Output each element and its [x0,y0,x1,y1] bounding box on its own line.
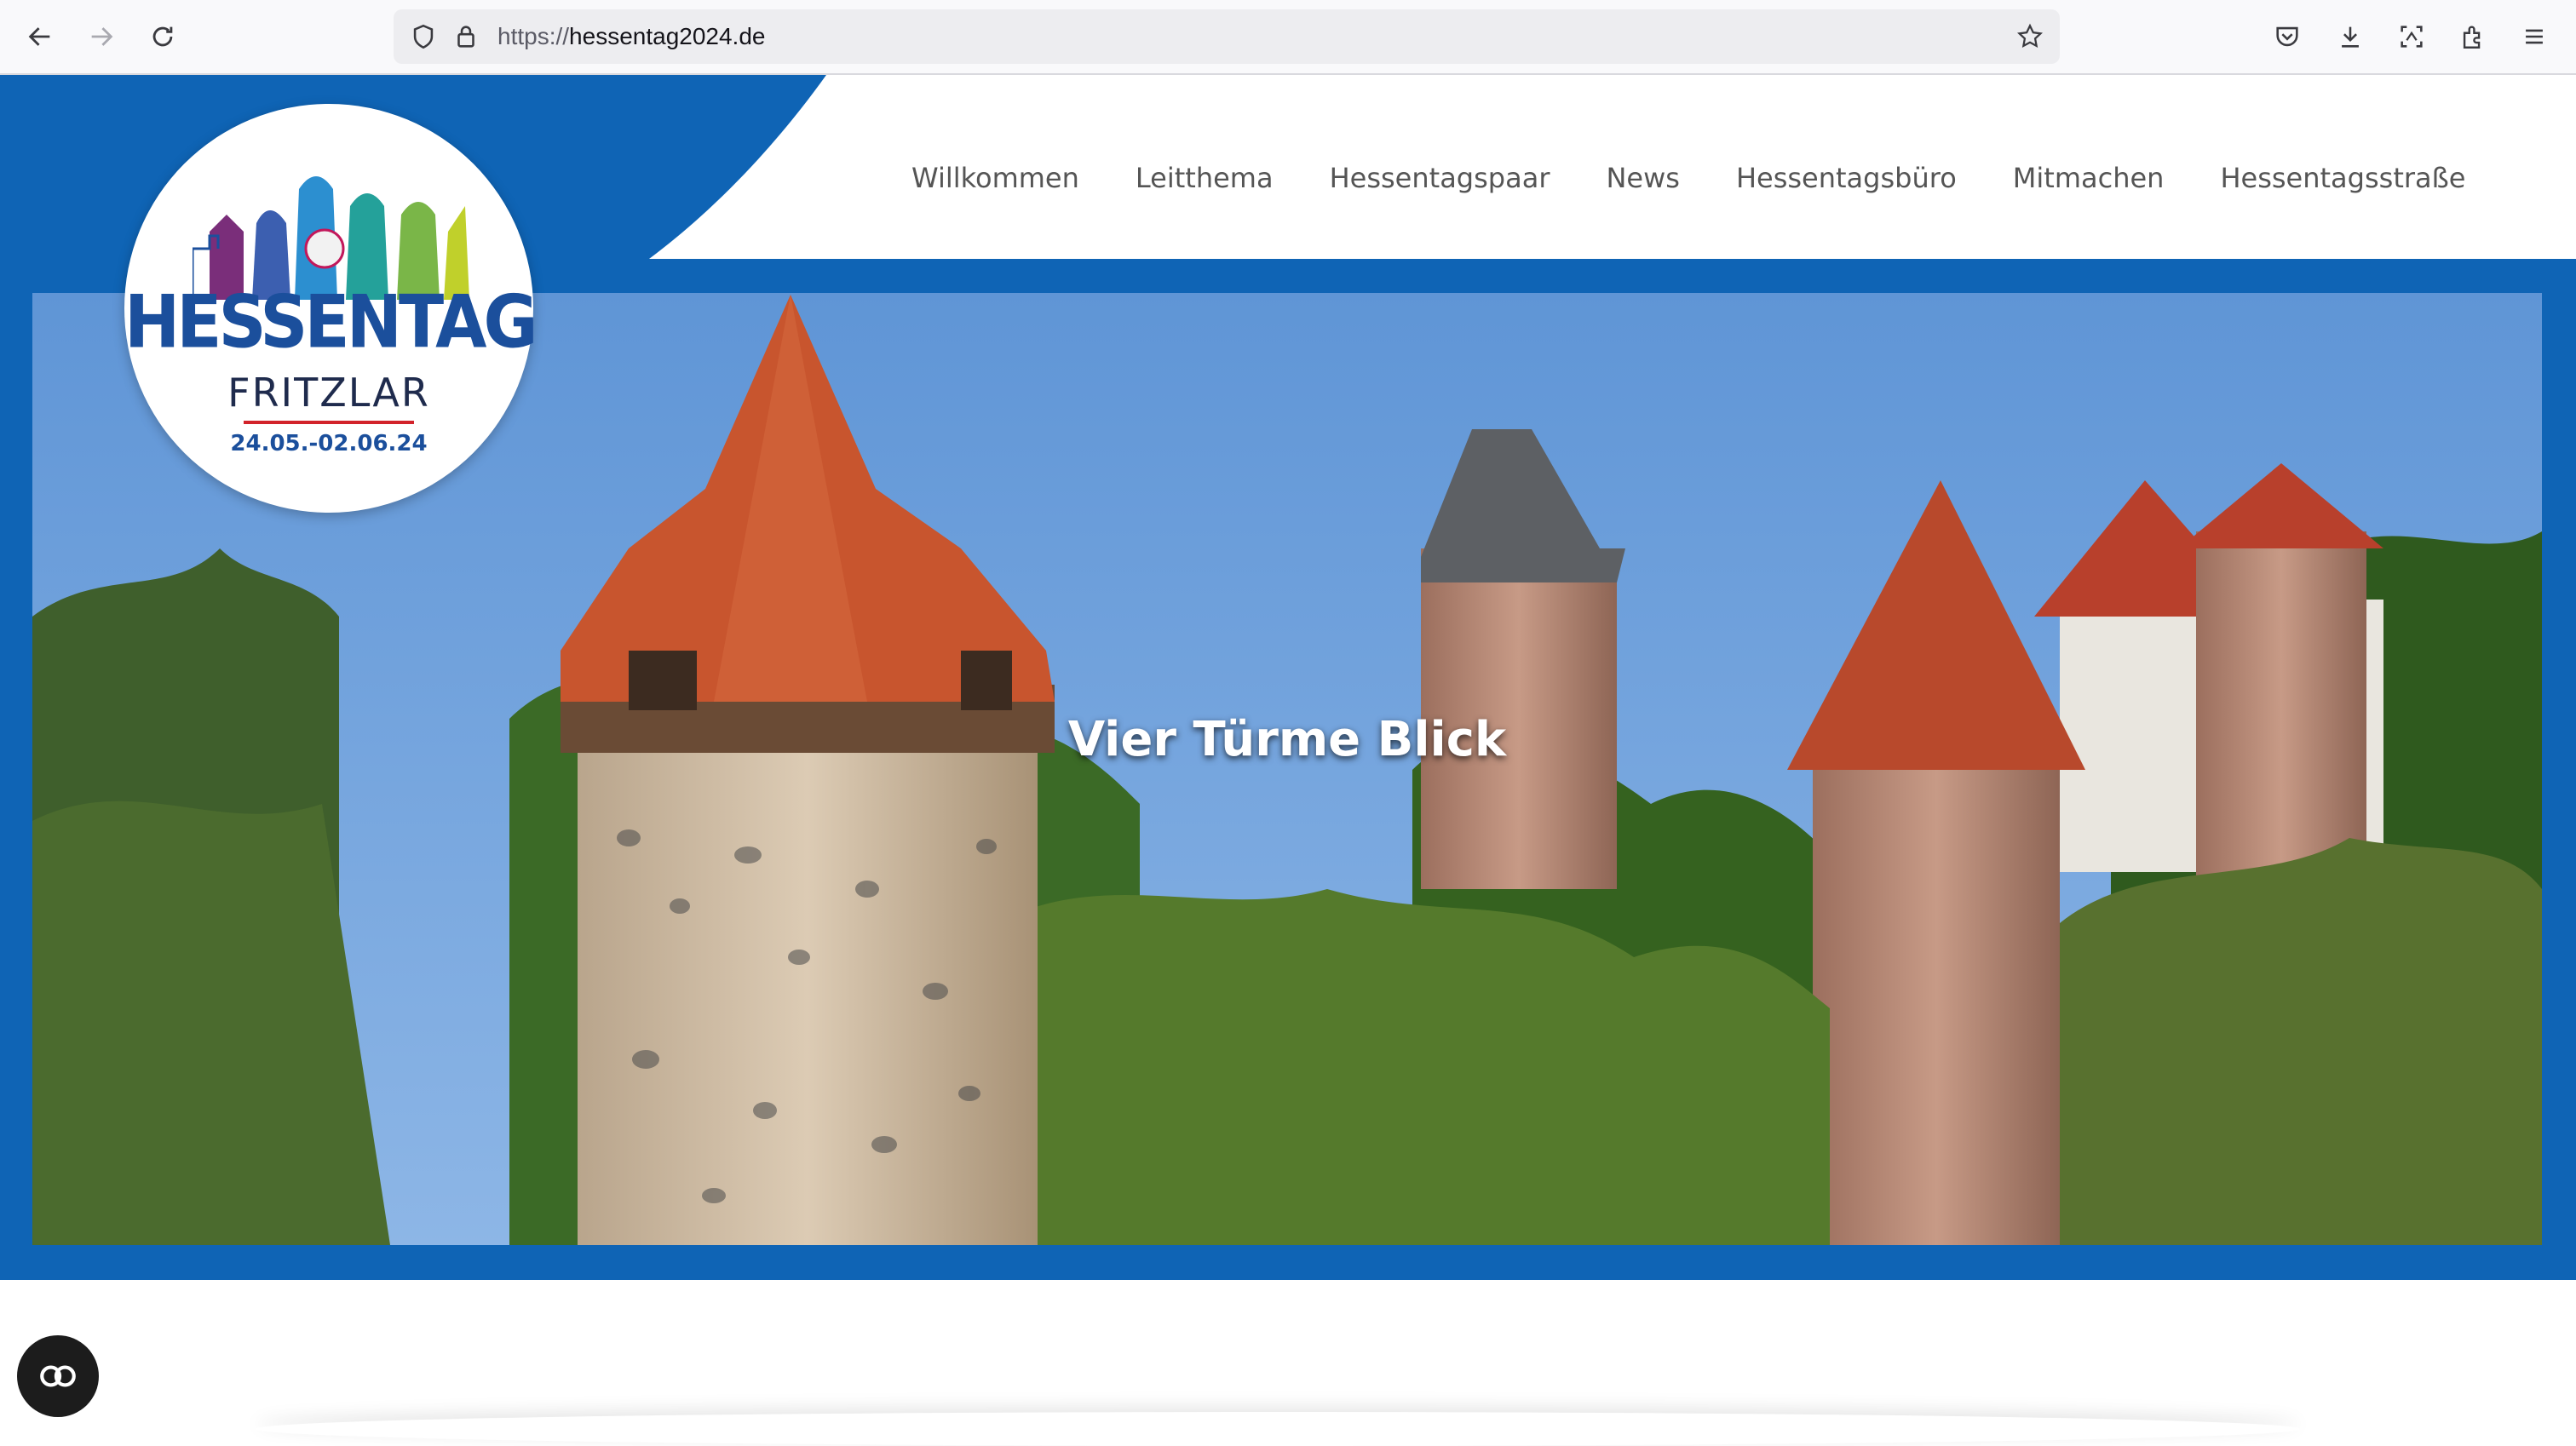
page-content-area [0,1281,2576,1433]
forward-icon[interactable] [82,17,121,56]
nav-item-hessentagsstrasse[interactable]: Hessentagsstraße [2220,148,2465,208]
accessibility-toggle-button[interactable] [17,1335,99,1417]
logo-city: FRITZLAR [227,370,430,416]
logo-title: HESSENTAG [124,280,538,365]
content-card-shadow [256,1412,2300,1446]
nav-item-willkommen[interactable]: Willkommen [911,148,1079,208]
toggle-icon [40,1365,76,1387]
nav-item-leitthema[interactable]: Leitthema [1136,148,1274,208]
url-text[interactable]: https://hessentag2024.de [497,9,765,64]
people-silhouettes-icon [193,176,469,300]
pocket-icon[interactable] [2268,17,2307,56]
screenshot-icon[interactable] [2392,17,2431,56]
download-icon[interactable] [2331,17,2370,56]
hessentag-logo[interactable]: HESSENTAG FRITZLAR 24.05.-02.06.24 [124,104,538,513]
webpage: Vier Türme Blick HESSENTAG FRITZLAR 24.0… [0,75,2576,1433]
bookmark-star-icon[interactable] [2015,22,2044,51]
menu-icon[interactable] [2515,17,2554,56]
back-icon[interactable] [20,17,60,56]
lock-icon[interactable] [451,22,480,51]
extensions-icon[interactable] [2453,17,2493,56]
main-nav: Willkommen Leitthema Hessentagspaar News… [911,148,2521,208]
hero-title: Vier Türme Blick [1067,712,1507,767]
nav-item-mitmachen[interactable]: Mitmachen [2013,148,2165,208]
browser-toolbar: https://hessentag2024.de [0,0,2576,75]
url-bar[interactable]: https://hessentag2024.de [394,9,2060,64]
reload-icon[interactable] [143,17,182,56]
shield-icon[interactable] [409,22,438,51]
nav-item-hessentagsbuero[interactable]: Hessentagsbüro [1736,148,1957,208]
nav-item-news[interactable]: News [1606,148,1679,208]
logo-underline [244,421,414,424]
nav-item-hessentagspaar[interactable]: Hessentagspaar [1330,148,1550,208]
logo-dates: 24.05.-02.06.24 [230,431,428,456]
